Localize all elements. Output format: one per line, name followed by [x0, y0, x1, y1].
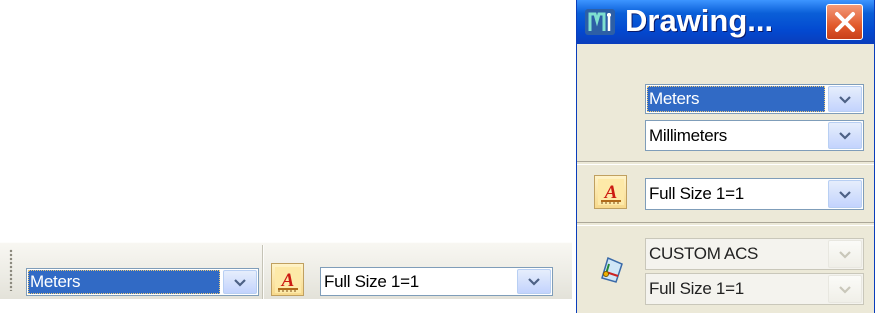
annotation-scale-button[interactable]: A	[271, 263, 304, 296]
acs-icon	[600, 256, 623, 283]
acs-scale-combo[interactable]: Full Size 1=1	[645, 273, 864, 305]
acs-scale-value: Full Size 1=1	[649, 279, 744, 298]
chevron-down-icon[interactable]	[828, 275, 862, 303]
sub-units-combo[interactable]: Millimeters	[645, 120, 864, 151]
annotation-scale-icon: A	[274, 266, 301, 293]
toolbar-grip[interactable]	[9, 249, 13, 291]
acs-combo[interactable]: CUSTOM ACS	[645, 238, 864, 270]
acs-value: CUSTOM ACS	[649, 244, 759, 263]
chevron-down-icon[interactable]	[828, 240, 862, 268]
svg-text:A: A	[603, 182, 617, 203]
svg-text:A: A	[280, 270, 294, 291]
title-bar[interactable]: Drawing...	[577, 0, 874, 44]
palette-annotation-scale-combo[interactable]: Full Size 1=1	[645, 178, 864, 210]
palette-annotation-scale-value: Full Size 1=1	[649, 184, 744, 203]
working-units-value: Meters	[28, 270, 220, 294]
working-units-combo[interactable]: Meters	[26, 268, 259, 296]
sub-units-value: Millimeters	[649, 125, 727, 145]
palette-separator	[577, 161, 874, 165]
annotation-scale-value: Full Size 1=1	[324, 271, 419, 291]
chevron-down-icon[interactable]	[828, 180, 862, 208]
chevron-down-icon[interactable]	[223, 270, 257, 294]
chevron-down-icon[interactable]	[828, 86, 862, 112]
drawing-scales-palette: Drawing... Meters Millimeters A Full Siz…	[576, 0, 875, 313]
close-icon	[834, 12, 855, 32]
window-title: Drawing...	[625, 3, 774, 38]
acs-button[interactable]	[594, 252, 627, 285]
master-units-combo[interactable]: Meters	[645, 84, 864, 114]
annotation-scale-button[interactable]: A	[594, 175, 627, 209]
palette-separator	[577, 222, 874, 226]
master-units-value: Meters	[647, 86, 825, 112]
app-icon	[585, 9, 615, 35]
chevron-down-icon[interactable]	[828, 122, 862, 149]
toolbar-separator	[262, 245, 263, 299]
drawing-scales-toolbar: Meters A Full Size 1=1	[0, 242, 572, 299]
close-button[interactable]	[826, 4, 863, 40]
chevron-down-icon[interactable]	[517, 269, 551, 294]
annotation-scale-combo[interactable]: Full Size 1=1	[320, 267, 553, 296]
annotation-scale-icon: A	[597, 179, 624, 205]
